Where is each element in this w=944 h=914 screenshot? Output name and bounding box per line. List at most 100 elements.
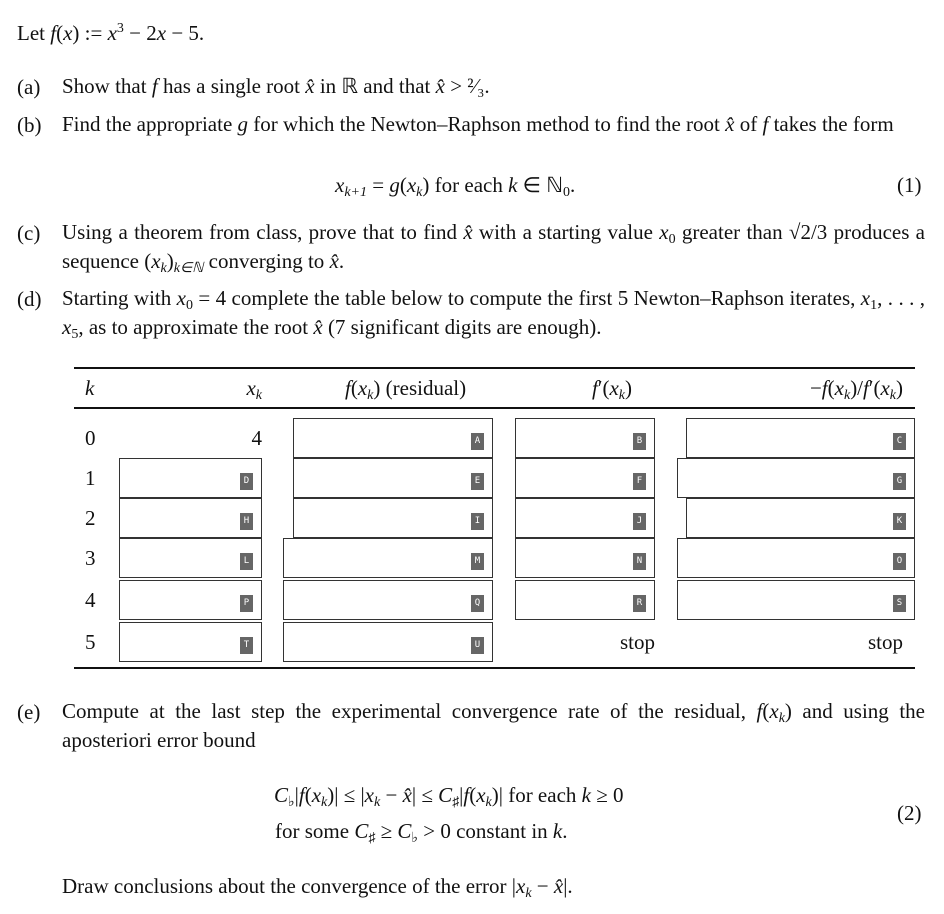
newton-step-input[interactable]: K [686,498,915,538]
text-run: x [177,286,186,310]
row-k: 3 [85,546,96,570]
newton-step-input[interactable]: G [677,458,915,498]
text-run: − [809,376,822,400]
text-run: x [151,249,160,273]
text-run: − 2 [123,21,157,45]
residual-input[interactable]: I [293,498,493,538]
text-run: k [256,388,262,403]
answer-field-tag: H [240,513,253,530]
text-run: has a single root [157,74,306,98]
text-run: C [354,819,368,843]
derivative-input[interactable]: J [515,498,655,538]
derivative-input[interactable]: R [515,580,655,620]
text-run: |. [563,874,573,898]
answer-field-tag: J [633,513,646,530]
text-segment: x [515,874,526,898]
text-run: x [516,874,525,898]
row-k: 2 [85,506,96,530]
item-d-text: Starting with x0 = 4 complete the table … [62,284,925,342]
text-run: ( [350,376,358,400]
text-run: ′( [868,376,881,400]
text-run: x [108,21,117,45]
text-run: of [734,112,763,136]
text-run: ≥ 0 [590,783,624,807]
text-segment: x [860,286,871,310]
equation-2-line-2: for some C♯ ≥ C♭ > 0 constant in k. [275,817,568,846]
equation-1: xk+1 = g(xk) for each k ∈ ℕ0. [335,171,576,200]
text-run: − 5. [166,21,205,45]
text-run: C [274,783,288,807]
conclusion-text: Draw conclusions about the convergence o… [62,872,573,901]
text-run: Let [17,21,51,45]
text-segment: x̂ [402,783,412,807]
text-segment: x [357,376,368,400]
text-segment: x [156,21,167,45]
text-run: x [769,699,778,723]
row-k: 5 [85,630,96,654]
answer-field-tag: G [893,473,906,490]
text-run: Using a theorem from class, prove that t… [62,220,464,244]
xk-input[interactable]: P [119,580,262,620]
text-segment: x [364,783,374,807]
item-a-label: (a) [17,75,41,99]
text-run: − [531,874,554,898]
xk-input[interactable]: H [119,498,262,538]
newton-step-input[interactable]: O [677,538,915,578]
residual-input[interactable]: A [293,418,493,458]
text-segment: x [246,376,256,400]
item-e-text: Compute at the last step the experimenta… [62,697,925,755]
item-b-text: Find the appropriate g for which the New… [62,110,925,139]
text-segment: k [581,783,591,807]
text-segment: g [389,173,400,197]
text-run: x̂ [330,249,339,273]
text-run: . [338,249,345,273]
residual-input[interactable]: Q [283,580,493,620]
answer-field-tag: E [471,473,484,490]
text-run: x [476,783,485,807]
text-segment: k [552,819,563,843]
derivative-input[interactable]: B [515,418,655,458]
header-derivative: f′(xk) [592,374,632,403]
text-run: > ²⁄₃. [444,74,490,98]
text-segment: k [85,376,95,400]
text-run: ≥ [375,819,398,843]
text-run: takes the form [768,112,894,136]
text-segment: x [880,376,890,400]
equation-2-line-1: C♭|f(xk)| ≤ |xk − x̂| ≤ C♯|f(xk)| for ea… [274,781,624,810]
derivative-input[interactable]: F [515,458,655,498]
xk-input[interactable]: D [119,458,262,498]
text-run: g [389,173,400,197]
table-bottom-rule [74,667,915,669]
text-run: x̂ [436,74,445,98]
derivative-input[interactable]: N [515,538,655,578]
text-run: ♭ [288,795,295,810]
text-segment: x̂ [313,315,323,339]
item-c-label: (c) [17,221,41,245]
residual-input[interactable]: E [293,458,493,498]
text-run: ) (residual) [373,376,467,400]
text-run: ′( [597,376,610,400]
text-run: . [570,173,576,197]
text-segment: x̂ [463,220,473,244]
newton-step-input[interactable]: S [677,580,915,620]
text-run: 0 [668,232,676,247]
text-run: Compute at the last step the experimenta… [62,699,757,723]
text-run: C [397,819,411,843]
xk-input[interactable]: L [119,538,262,578]
text-run: ) [166,249,174,273]
answer-field-tag: L [240,553,253,570]
residual-input[interactable]: M [283,538,493,578]
text-run: Starting with [62,286,177,310]
xk-input[interactable]: T [119,622,262,662]
derivative-value: stop [619,630,655,654]
answer-field-tag: T [240,637,253,654]
residual-input[interactable]: U [283,622,493,662]
text-run: ) [896,376,903,400]
newton-step-input[interactable]: C [686,418,915,458]
text-run: x [365,783,374,807]
text-run: converging to [203,249,330,273]
header-xk: xk [246,374,262,403]
text-run: = [367,173,390,197]
answer-field-tag: D [240,473,253,490]
text-segment: x [476,783,486,807]
